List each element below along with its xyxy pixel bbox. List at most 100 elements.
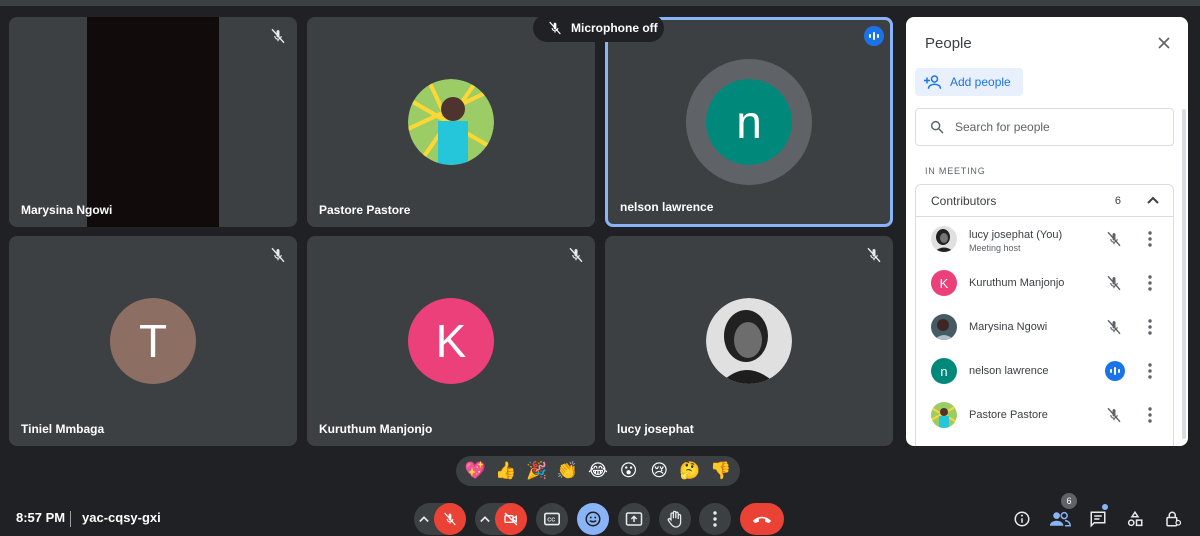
person-role: Meeting host xyxy=(969,243,1021,253)
meeting-details-button[interactable] xyxy=(1011,508,1033,530)
hangup-icon xyxy=(752,516,772,524)
list-item[interactable]: Pastore Pastore xyxy=(916,393,1173,437)
participant-tile-pastore[interactable]: Pastore Pastore xyxy=(307,17,595,227)
more-vert-icon[interactable] xyxy=(1143,362,1157,380)
group-count: 6 xyxy=(1114,194,1121,207)
chevron-up-icon[interactable] xyxy=(1147,195,1159,205)
participant-tile-lucy[interactable]: lucy josephat xyxy=(605,236,893,446)
raise-hand-button[interactable] xyxy=(659,503,691,535)
present-screen-icon xyxy=(625,512,643,526)
avatar xyxy=(931,314,957,340)
captions-icon: CC xyxy=(544,512,560,526)
chevron-up-icon[interactable] xyxy=(480,515,490,523)
captions-button[interactable]: CC xyxy=(536,503,568,535)
people-button[interactable] xyxy=(1049,508,1071,530)
more-vert-icon[interactable] xyxy=(1143,406,1157,424)
more-vert-icon[interactable] xyxy=(1143,230,1157,248)
reaction-surprised[interactable]: 😮 xyxy=(616,461,642,481)
mic-off-icon[interactable] xyxy=(1105,318,1123,336)
close-icon[interactable] xyxy=(1154,33,1174,53)
participant-name: Tiniel Mmbaga xyxy=(21,422,105,436)
more-vert-icon xyxy=(713,511,717,527)
reaction-laugh[interactable]: 😂 xyxy=(585,461,611,481)
leave-call-button[interactable] xyxy=(740,503,784,535)
person-name: Marysina Ngowi xyxy=(969,321,1048,333)
search-input[interactable]: Search for people xyxy=(915,108,1174,146)
participant-name: lucy josephat xyxy=(617,422,694,436)
chevron-up-icon[interactable] xyxy=(419,515,429,523)
avatar xyxy=(931,226,957,252)
avatar-photo xyxy=(408,79,494,165)
scrollbar[interactable] xyxy=(1182,109,1186,439)
mic-off-icon xyxy=(569,247,583,263)
more-vert-icon[interactable] xyxy=(1143,274,1157,292)
panel-title: People xyxy=(925,35,972,52)
reaction-clap[interactable]: 👏 xyxy=(554,461,580,481)
video-feed xyxy=(87,17,219,227)
participant-tile-tiniel[interactable]: T Tiniel Mmbaga xyxy=(9,236,297,446)
present-button[interactable] xyxy=(618,503,650,535)
divider xyxy=(70,511,71,527)
chat-notification-dot xyxy=(1102,504,1108,510)
participant-tile-kuruthum[interactable]: K Kuruthum Manjonjo xyxy=(307,236,595,446)
activities-button[interactable] xyxy=(1124,508,1146,530)
avatar: K xyxy=(931,270,957,296)
reaction-party[interactable]: 🎉 xyxy=(524,461,550,481)
list-item[interactable]: lucy josephat (You) Meeting host xyxy=(916,217,1173,261)
reaction-thumbs-up[interactable]: 👍 xyxy=(493,461,519,481)
group-label: Contributors xyxy=(931,193,997,208)
mic-off-icon xyxy=(549,21,561,35)
meeting-code[interactable]: yac-cqsy-gxi xyxy=(82,510,161,525)
participant-tile-nelson[interactable]: n nelson lawrence xyxy=(605,17,893,227)
microphone-off-toast: Microphone off xyxy=(533,14,664,42)
person-name: Kuruthum Manjonjo xyxy=(969,277,1065,289)
mic-off-icon[interactable] xyxy=(1105,406,1123,424)
host-controls-button[interactable] xyxy=(1162,508,1184,530)
people-icon xyxy=(1049,511,1071,527)
contributors-group: Contributors 6 lucy josephat (You) Meeti… xyxy=(915,184,1174,446)
list-item[interactable]: Marysina Ngowi xyxy=(916,305,1173,349)
speaking-indicator-icon xyxy=(1105,361,1125,381)
add-person-icon xyxy=(924,75,942,89)
chat-button[interactable] xyxy=(1087,508,1109,530)
search-icon xyxy=(930,120,944,134)
camera-control[interactable] xyxy=(475,503,527,535)
reaction-thumbs-down[interactable]: 👎 xyxy=(708,461,734,481)
more-options-button[interactable] xyxy=(699,503,731,535)
camera-off-button[interactable] xyxy=(495,503,527,535)
mic-off-icon[interactable] xyxy=(1105,274,1123,292)
contributors-header[interactable]: Contributors 6 xyxy=(916,185,1173,217)
in-meeting-label: IN MEETING xyxy=(925,166,986,176)
mic-off-icon xyxy=(271,28,285,44)
info-icon xyxy=(1014,511,1030,527)
more-vert-icon[interactable] xyxy=(1143,318,1157,336)
participant-name: Marysina Ngowi xyxy=(21,203,113,217)
mic-off-icon xyxy=(444,512,456,526)
hand-icon xyxy=(667,510,682,528)
avatar-letter: K xyxy=(408,298,494,384)
reactions-bar: 💖 👍 🎉 👏 😂 😮 😢 🤔 👎 xyxy=(456,456,740,486)
add-people-label: Add people xyxy=(950,75,1011,89)
mic-off-button[interactable] xyxy=(434,503,466,535)
reaction-heart[interactable]: 💖 xyxy=(462,461,488,481)
reaction-sad[interactable]: 😢 xyxy=(646,461,672,481)
list-item[interactable]: K Kuruthum Manjonjo xyxy=(916,261,1173,305)
person-name: Pastore Pastore xyxy=(969,409,1048,421)
avatar-letter: n xyxy=(706,79,792,165)
participant-name: Kuruthum Manjonjo xyxy=(319,422,433,436)
mic-off-icon[interactable] xyxy=(1105,230,1123,248)
svg-text:CC: CC xyxy=(547,517,555,523)
mic-off-icon xyxy=(271,247,285,263)
reaction-thinking[interactable]: 🤔 xyxy=(677,461,703,481)
emoji-icon xyxy=(585,511,601,527)
top-strip xyxy=(0,0,1200,6)
reactions-button[interactable] xyxy=(577,503,609,535)
mic-control[interactable] xyxy=(414,503,466,535)
add-people-button[interactable]: Add people xyxy=(915,68,1023,96)
participant-name: Pastore Pastore xyxy=(319,203,411,217)
mic-off-icon xyxy=(867,247,881,263)
camera-off-icon xyxy=(504,512,518,526)
list-item[interactable]: n nelson lawrence xyxy=(916,349,1173,393)
toast-text: Microphone off xyxy=(571,21,658,35)
participant-tile-marysina[interactable]: Marysina Ngowi xyxy=(9,17,297,227)
